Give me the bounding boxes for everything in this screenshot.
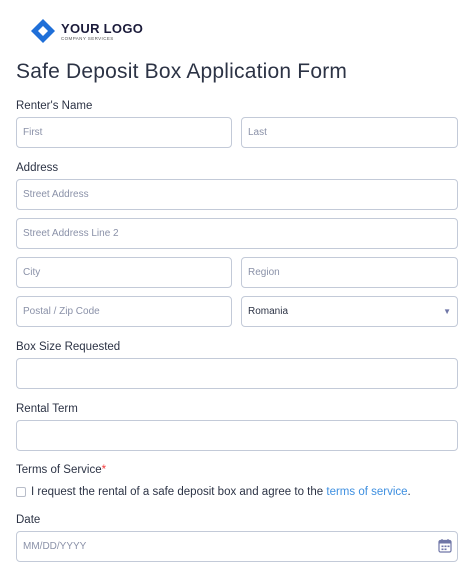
logo-diamond-icon bbox=[31, 19, 55, 43]
terms-label-text: Terms of Service bbox=[16, 464, 102, 476]
renter-name-label: Renter's Name bbox=[16, 100, 93, 112]
box-size-input[interactable] bbox=[16, 358, 458, 389]
city-input[interactable] bbox=[16, 257, 232, 288]
first-name-input[interactable] bbox=[16, 117, 232, 148]
country-select-value: Romania bbox=[248, 306, 289, 317]
terms-checkbox[interactable] bbox=[16, 487, 26, 497]
last-name-input[interactable] bbox=[241, 117, 458, 148]
country-select[interactable]: Romania ▼ bbox=[241, 296, 458, 327]
date-field bbox=[16, 531, 458, 562]
terms-label: Terms of Service* bbox=[16, 464, 106, 476]
form-title: Safe Deposit Box Application Form bbox=[16, 60, 348, 83]
street-address-input[interactable] bbox=[16, 179, 458, 210]
required-asterisk: * bbox=[101, 464, 107, 476]
date-label: Date bbox=[16, 514, 41, 526]
logo-title: YOUR LOGO bbox=[61, 21, 144, 36]
terms-checkbox-row: I request the rental of a safe deposit b… bbox=[16, 486, 411, 498]
street-address-line2-input[interactable] bbox=[16, 218, 458, 249]
box-size-label: Box Size Requested bbox=[16, 341, 121, 353]
terms-of-service-link[interactable]: terms of service bbox=[326, 486, 407, 498]
company-logo: YOUR LOGO COMPANY SERVICES bbox=[28, 16, 178, 48]
date-input[interactable] bbox=[16, 531, 458, 562]
logo-subtitle: COMPANY SERVICES bbox=[61, 36, 114, 41]
terms-agree-text: I request the rental of a safe deposit b… bbox=[31, 486, 327, 498]
calendar-icon[interactable] bbox=[438, 538, 452, 553]
address-label: Address bbox=[16, 162, 59, 174]
rental-term-input[interactable] bbox=[16, 420, 458, 451]
region-input[interactable] bbox=[241, 257, 458, 288]
postal-code-input[interactable] bbox=[16, 296, 232, 327]
chevron-down-icon: ▼ bbox=[443, 307, 451, 316]
rental-term-label: Rental Term bbox=[16, 403, 78, 415]
terms-end-punctuation: . bbox=[407, 486, 411, 498]
